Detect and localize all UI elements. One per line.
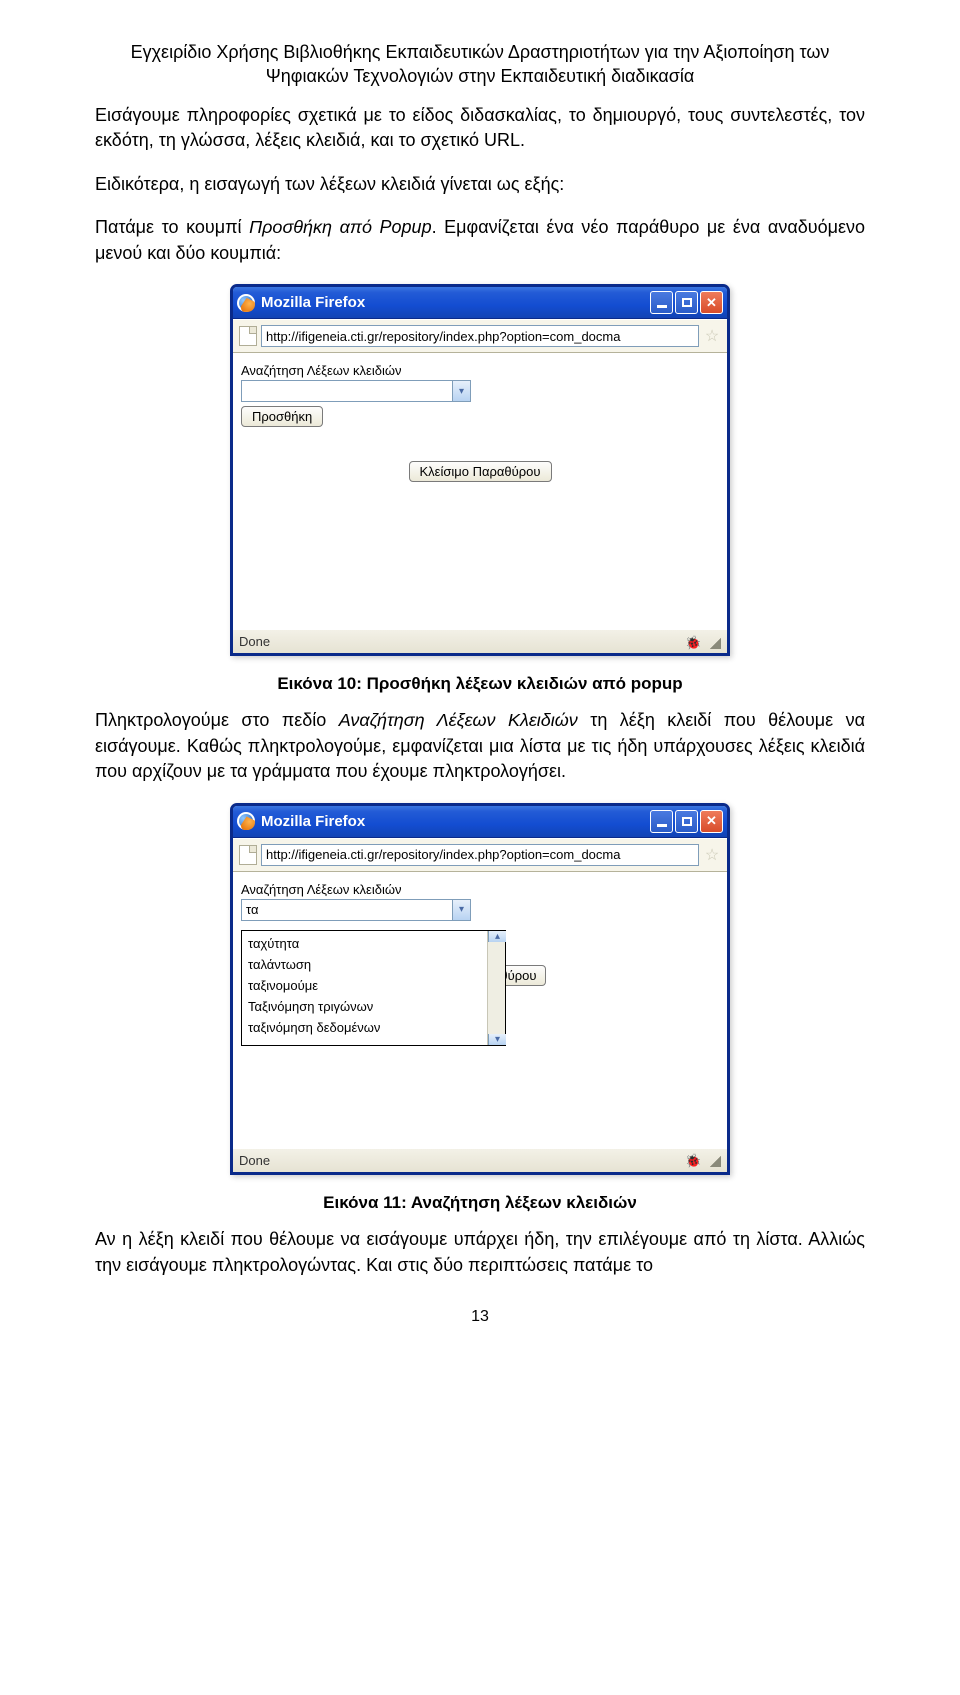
address-bar: http://ifigeneia.cti.gr/repository/index… xyxy=(233,319,727,353)
scroll-up-icon[interactable]: ▴ xyxy=(488,931,506,942)
close-button[interactable]: ✕ xyxy=(700,291,723,314)
search-keywords-label: Αναζήτηση Λέξεων κλειδιών xyxy=(241,363,719,378)
status-text: Done xyxy=(239,1153,270,1168)
maximize-button[interactable] xyxy=(675,291,698,314)
chevron-down-icon[interactable]: ▾ xyxy=(452,900,470,920)
status-text: Done xyxy=(239,634,270,649)
keywords-combo-text[interactable]: τα xyxy=(242,900,452,920)
window-title: Mozilla Firefox xyxy=(261,294,650,311)
list-item[interactable]: ταξινομούμε xyxy=(242,975,487,996)
minimize-button[interactable] xyxy=(650,810,673,833)
address-bar: http://ifigeneia.cti.gr/repository/index… xyxy=(233,838,727,872)
figure-11-caption: Εικόνα 11: Αναζήτηση λέξεων κλειδιών xyxy=(95,1193,865,1213)
url-input[interactable]: http://ifigeneia.cti.gr/repository/index… xyxy=(261,844,699,866)
resize-grip-icon[interactable] xyxy=(707,1153,721,1167)
figure-10-caption: Εικόνα 10: Προσθήκη λέξεων κλειδιών από … xyxy=(95,674,865,694)
firebug-icon[interactable]: 🐞 xyxy=(685,635,701,649)
page-number: 13 xyxy=(95,1308,865,1326)
popup-client-area: Αναζήτηση Λέξεων κλειδιών ▾ Προσθήκη Κλε… xyxy=(233,353,727,629)
bookmark-star-icon[interactable]: ☆ xyxy=(703,327,721,345)
paragraph-5: Αν η λέξη κλειδί που θέλουμε να εισάγουμ… xyxy=(95,1227,865,1278)
page-icon xyxy=(239,326,257,346)
keywords-combo-text[interactable] xyxy=(242,381,452,401)
url-input[interactable]: http://ifigeneia.cti.gr/repository/index… xyxy=(261,325,699,347)
list-item[interactable]: ταξινόμηση δεδομένων xyxy=(242,1017,487,1038)
header-line2: Ψηφιακών Τεχνολογιών στην Εκπαιδευτική δ… xyxy=(266,66,695,86)
paragraph-3: Πατάμε το κουμπί Προσθήκη από Popup. Εμφ… xyxy=(95,215,865,266)
dropdown-scrollbar[interactable]: ▴ ▾ xyxy=(487,931,505,1045)
popup-client-area: Αναζήτηση Λέξεων κλειδιών τα ▾ αραθύρου … xyxy=(233,872,727,1148)
popup-window-2: Mozilla Firefox ✕ http://ifigeneia.cti.g… xyxy=(230,803,730,1175)
list-item[interactable]: ταχύτητα xyxy=(242,933,487,954)
keywords-combo[interactable]: τα ▾ xyxy=(241,899,471,921)
search-keywords-label: Αναζήτηση Λέξεων κλειδιών xyxy=(241,882,719,897)
paragraph-1: Εισάγουμε πληροφορίες σχετικά με το είδο… xyxy=(95,103,865,154)
bookmark-star-icon[interactable]: ☆ xyxy=(703,846,721,864)
page-icon xyxy=(239,845,257,865)
list-item[interactable]: Ταξινόμηση τριγώνων xyxy=(242,996,487,1017)
firebug-icon[interactable]: 🐞 xyxy=(685,1153,701,1167)
firefox-icon xyxy=(237,294,255,312)
paragraph-2: Ειδικότερα, η εισαγωγή των λέξεων κλειδι… xyxy=(95,172,865,198)
header-line1: Εγχειρίδιο Χρήσης Βιβλιοθήκης Εκπαιδευτι… xyxy=(131,42,830,62)
list-item[interactable]: ταλάντωση xyxy=(242,954,487,975)
status-bar: Done 🐞 xyxy=(233,1148,727,1172)
chevron-down-icon[interactable]: ▾ xyxy=(452,381,470,401)
document-header: Εγχειρίδιο Χρήσης Βιβλιοθήκης Εκπαιδευτι… xyxy=(95,40,865,89)
close-window-button[interactable]: Κλείσιμο Παραθύρου xyxy=(409,461,552,482)
resize-grip-icon[interactable] xyxy=(707,635,721,649)
figure-10-screenshot: Mozilla Firefox ✕ http://ifigeneia.cti.g… xyxy=(95,284,865,656)
scroll-down-icon[interactable]: ▾ xyxy=(488,1034,506,1045)
firefox-icon xyxy=(237,812,255,830)
add-button[interactable]: Προσθήκη xyxy=(241,406,323,427)
window-title: Mozilla Firefox xyxy=(261,813,650,830)
maximize-button[interactable] xyxy=(675,810,698,833)
keywords-combo[interactable]: ▾ xyxy=(241,380,471,402)
popup-window-1: Mozilla Firefox ✕ http://ifigeneia.cti.g… xyxy=(230,284,730,656)
window-titlebar[interactable]: Mozilla Firefox ✕ xyxy=(233,287,727,319)
close-button[interactable]: ✕ xyxy=(700,810,723,833)
window-titlebar[interactable]: Mozilla Firefox ✕ xyxy=(233,806,727,838)
figure-11-screenshot: Mozilla Firefox ✕ http://ifigeneia.cti.g… xyxy=(95,803,865,1175)
paragraph-4: Πληκτρολογούμε στο πεδίο Αναζήτηση Λέξεω… xyxy=(95,708,865,785)
autocomplete-dropdown[interactable]: ταχύτητα ταλάντωση ταξινομούμε Ταξινόμησ… xyxy=(241,930,506,1046)
autocomplete-items: ταχύτητα ταλάντωση ταξινομούμε Ταξινόμησ… xyxy=(242,931,487,1045)
minimize-button[interactable] xyxy=(650,291,673,314)
status-bar: Done 🐞 xyxy=(233,629,727,653)
